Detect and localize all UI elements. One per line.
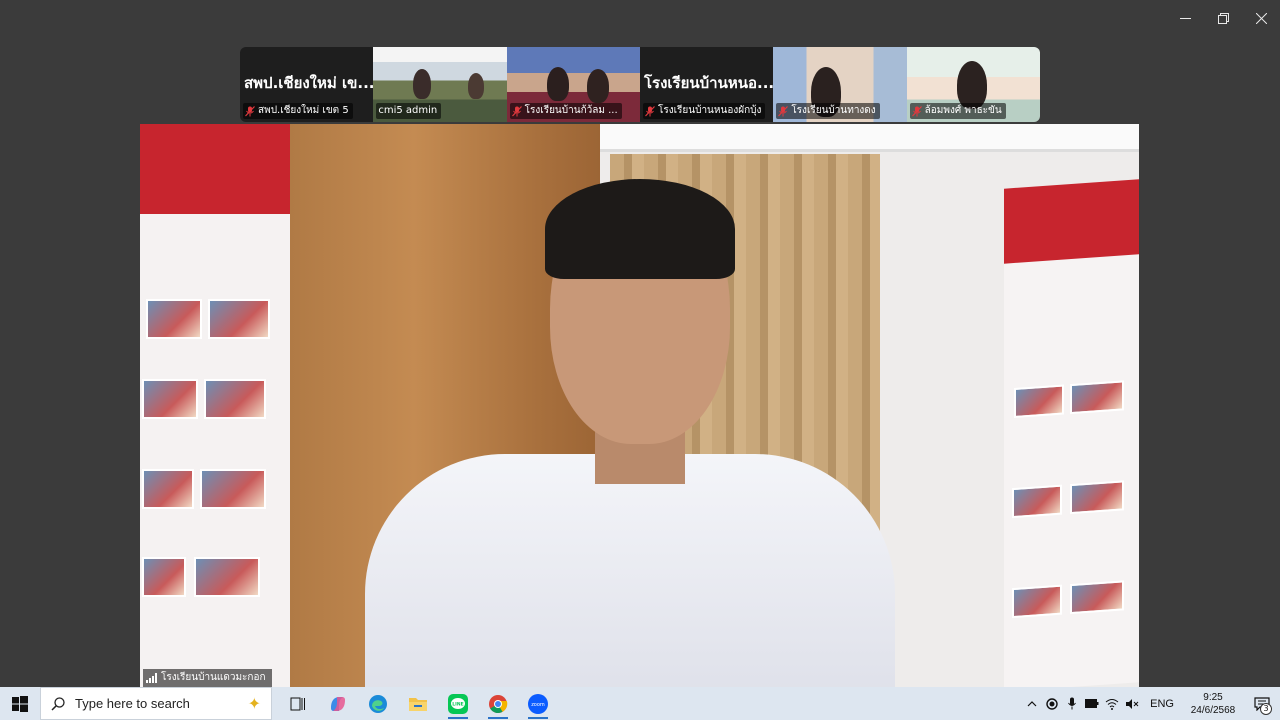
minimize-icon [1179,17,1191,19]
zoom-meeting-window: สพป.เชียงใหม่ เข... สพป.เชียงใหม่ เขต 5 … [0,0,1280,720]
search-icon [51,696,65,711]
network-button[interactable] [1102,687,1122,720]
volume-muted-icon [1126,698,1139,709]
system-tray: ENG 9:25 24/6/2568 3 [1022,687,1280,720]
notification-center-button[interactable]: 3 [1244,687,1280,720]
line-icon: LINE [448,693,468,714]
signal-strength-icon [146,673,157,683]
zoom-icon: zoom [528,693,548,714]
mic-muted-icon [511,105,522,116]
minimize-button[interactable] [1166,0,1204,36]
line-app-button[interactable]: LINE [438,687,478,720]
taskbar: Type here to search ✦ LINE zoom ENG 9:25… [0,687,1280,720]
video-background [1004,179,1139,687]
battery-icon [1085,699,1099,708]
video-person [545,179,735,279]
participant-display-name: สพป.เชียงใหม่ เข... [244,74,374,92]
participant-tile[interactable]: cmi5 admin [373,47,507,122]
participant-label: โรงเรียนบ้านก้ว้ลม ... [524,105,618,116]
participant-name-label: cmi5 admin [376,103,442,119]
clock-button[interactable]: 9:25 24/6/2568 [1182,691,1244,717]
close-button[interactable] [1242,0,1280,36]
participant-name-label: ล้อมพงศ์ พาธะขัน [909,103,1006,119]
restore-icon [1217,12,1229,24]
start-button[interactable] [0,687,40,720]
taskbar-search-box[interactable]: Type here to search ✦ [40,687,272,720]
chrome-button[interactable] [478,687,518,720]
clock-date: 24/6/2568 [1190,704,1236,716]
search-placeholder: Type here to search [75,696,190,711]
participant-tile[interactable]: สพป.เชียงใหม่ เข... สพป.เชียงใหม่ เขต 5 [240,47,374,122]
participant-tile[interactable]: ล้อมพงศ์ พาธะขัน [906,47,1040,122]
video-person [586,69,609,103]
restore-button[interactable] [1204,0,1242,36]
mic-muted-icon [645,105,655,116]
notification-count-badge: 3 [1260,703,1272,715]
chrome-icon [489,694,508,713]
wifi-icon [1105,698,1119,710]
windows-icon [12,695,28,712]
participant-tile[interactable]: โรงเรียนบ้านหนอ... โรงเรียนบ้านหนองผักบุ… [639,47,774,122]
mic-muted-icon [911,105,922,116]
video-person [413,69,432,99]
participant-label: สพป.เชียงใหม่ เขต 5 [258,105,349,116]
participant-name-label: โรงเรียนบ้านก้ว้ลม ... [509,103,622,119]
microphone-button[interactable] [1062,687,1082,720]
participant-label: โรงเรียนบ้านหนองผักบุ้ง [657,105,762,116]
svg-text:LINE: LINE [452,701,463,707]
volume-button[interactable] [1122,687,1142,720]
sparkle-icon: ✦ [247,694,261,713]
participant-label: cmi5 admin [378,105,438,116]
close-icon [1255,12,1267,24]
video-person [468,73,485,99]
video-background [595,124,1139,152]
mic-muted-icon [778,105,789,116]
participant-tile[interactable]: โรงเรียนบ้านทางดง [773,47,907,122]
participant-name-label: โรงเรียนบ้านหนองผักบุ้ง [642,103,766,119]
task-view-button[interactable] [278,687,318,720]
task-view-icon [290,697,305,710]
participant-name-label: สพป.เชียงใหม่ เขต 5 [243,103,353,119]
participant-label: ล้อมพงศ์ พาธะขัน [924,105,1002,116]
participant-label: โรงเรียนบ้านทางดง [791,105,876,116]
copilot-icon [331,696,345,711]
folder-icon [409,697,427,711]
clock-time: 9:25 [1203,691,1223,703]
video-person [365,454,895,687]
tray-app-button[interactable] [1042,687,1062,720]
active-speaker-name: โรงเรียนบ้านแดวมะกอก [161,672,266,683]
file-explorer-button[interactable] [398,687,438,720]
chevron-up-icon [1027,700,1037,706]
record-icon [1046,697,1058,710]
copilot-button[interactable] [318,687,358,720]
video-person [546,67,569,101]
zoom-button[interactable]: zoom [518,687,558,720]
video-person [956,61,987,109]
edge-icon [369,694,387,713]
show-hidden-icons-button[interactable] [1022,687,1042,720]
participant-name-label: โรงเรียนบ้านทางดง [776,103,880,119]
video-background [140,124,290,687]
participant-tile[interactable]: โรงเรียนบ้านก้ว้ลม ... [506,47,640,122]
active-speaker-label: โรงเรียนบ้านแดวมะกอก [143,669,272,687]
active-speaker-video[interactable] [140,124,1139,687]
svg-text:zoom: zoom [531,702,545,708]
mic-muted-icon [245,105,255,116]
window-controls [1166,0,1280,36]
microphone-icon [1068,697,1077,710]
battery-button[interactable] [1082,687,1102,720]
participant-display-name: โรงเรียนบ้านหนอ... [643,74,774,92]
edge-button[interactable] [358,687,398,720]
input-language-button[interactable]: ENG [1142,698,1182,710]
participant-strip: สพป.เชียงใหม่ เข... สพป.เชียงใหม่ เขต 5 … [240,47,1040,122]
